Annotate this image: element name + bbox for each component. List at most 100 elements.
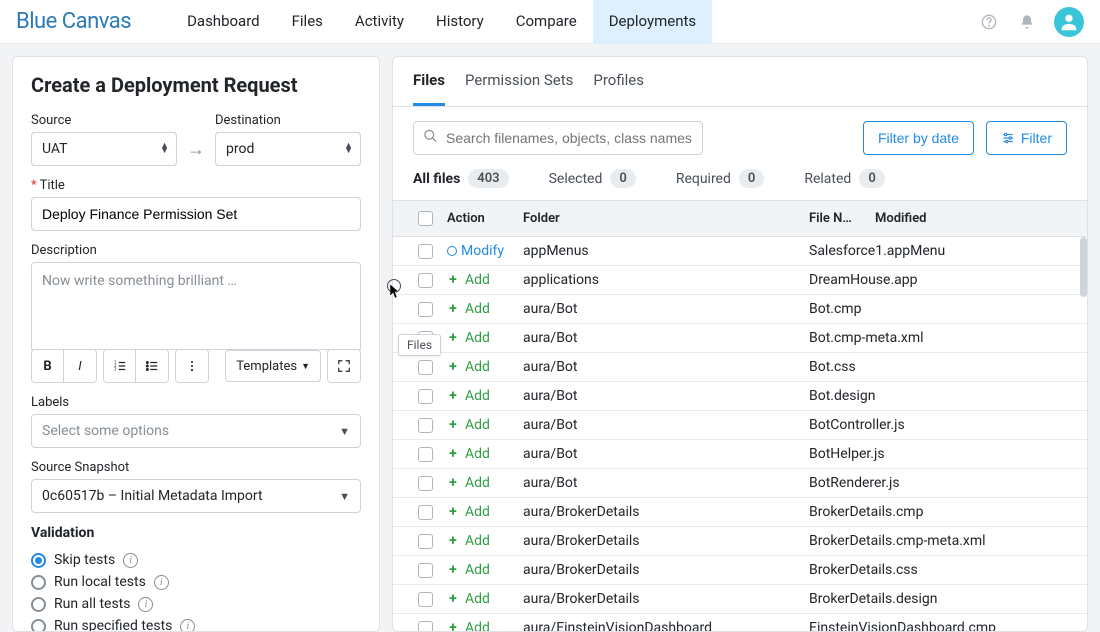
row-checkbox[interactable] xyxy=(418,534,433,549)
folder-cell: aura/BrokerDetails xyxy=(523,562,809,578)
row-checkbox[interactable] xyxy=(418,592,433,607)
col-file[interactable]: File N… xyxy=(809,211,875,226)
file-cell: EinsteinVisionDashboard.cmp xyxy=(809,620,1087,631)
select-all-checkbox[interactable] xyxy=(418,211,433,226)
row-checkbox[interactable] xyxy=(418,389,433,404)
row-checkbox[interactable] xyxy=(418,447,433,462)
table-row[interactable]: +Addaura/EinsteinVisionDashboardEinstein… xyxy=(393,614,1087,631)
search-input[interactable] xyxy=(413,121,703,155)
action-add[interactable]: +Add xyxy=(447,504,523,520)
action-add[interactable]: +Add xyxy=(447,388,523,404)
info-icon[interactable]: i xyxy=(180,619,195,632)
col-action[interactable]: Action xyxy=(447,211,523,226)
action-add[interactable]: +Add xyxy=(447,359,523,375)
validation-option[interactable]: Run specified testsi xyxy=(31,615,361,632)
bell-icon[interactable] xyxy=(1016,11,1038,33)
brand-logo[interactable]: Blue Canvas xyxy=(16,9,131,34)
scrollbar-thumb[interactable] xyxy=(1080,237,1087,297)
action-add[interactable]: +Add xyxy=(447,301,523,317)
folder-cell: aura/Bot xyxy=(523,388,809,404)
row-checkbox[interactable] xyxy=(418,360,433,375)
info-icon[interactable]: i xyxy=(138,597,153,612)
count-selected[interactable]: Selected0 xyxy=(549,169,636,188)
fullscreen-button[interactable] xyxy=(328,350,360,382)
help-icon[interactable] xyxy=(978,11,1000,33)
table-row[interactable]: ModifyappMenusSalesforce1.appMenu xyxy=(393,237,1087,266)
nav-activity[interactable]: Activity xyxy=(339,0,420,44)
files-tooltip: Files xyxy=(398,334,441,356)
action-add[interactable]: +Add xyxy=(447,562,523,578)
row-checkbox[interactable] xyxy=(418,418,433,433)
folder-cell: applications xyxy=(523,272,809,288)
tab-profiles[interactable]: Profiles xyxy=(593,71,644,106)
info-icon[interactable]: i xyxy=(154,575,169,590)
table-row[interactable]: +Addaura/BotBot.cmp-meta.xml xyxy=(393,324,1087,353)
count-all-files[interactable]: All files403 xyxy=(413,169,509,188)
ordered-list-button[interactable]: 123 xyxy=(104,350,136,382)
destination-select[interactable]: prod xyxy=(215,132,361,166)
title-input[interactable] xyxy=(31,197,361,231)
table-row[interactable]: +Addaura/BrokerDetailsBrokerDetails.cmp-… xyxy=(393,527,1087,556)
bold-button[interactable]: B xyxy=(32,350,64,382)
italic-button[interactable]: I xyxy=(64,350,96,382)
filter-by-date-button[interactable]: Filter by date xyxy=(863,121,974,155)
col-folder[interactable]: Folder xyxy=(523,211,809,226)
row-checkbox[interactable] xyxy=(418,302,433,317)
row-checkbox[interactable] xyxy=(418,563,433,578)
validation-option[interactable]: Skip testsi xyxy=(31,549,361,571)
labels-select[interactable]: Select some options ▼ xyxy=(31,414,361,448)
nav-dashboard[interactable]: Dashboard xyxy=(171,0,276,44)
validation-option[interactable]: Run all testsi xyxy=(31,593,361,615)
folder-cell: aura/BrokerDetails xyxy=(523,504,809,520)
table-row[interactable]: +Addaura/BotBotRenderer.js xyxy=(393,469,1087,498)
table-row[interactable]: +Addaura/BotBot.cmp xyxy=(393,295,1087,324)
filter-button[interactable]: Filter xyxy=(986,121,1067,155)
nav-files[interactable]: Files xyxy=(276,0,339,44)
row-checkbox[interactable] xyxy=(418,273,433,288)
action-add[interactable]: +Add xyxy=(447,446,523,462)
plus-icon: + xyxy=(447,620,459,631)
source-select[interactable]: UAT xyxy=(31,132,177,166)
nav-compare[interactable]: Compare xyxy=(500,0,593,44)
action-add[interactable]: +Add xyxy=(447,330,523,346)
col-modified[interactable]: Modified xyxy=(875,211,1087,226)
tab-files[interactable]: Files xyxy=(413,71,445,106)
action-add[interactable]: +Add xyxy=(447,620,523,631)
validation-option[interactable]: Run local testsi xyxy=(31,571,361,593)
snapshot-select[interactable]: 0c60517b – Initial Metadata Import ▼ xyxy=(31,479,361,513)
action-add[interactable]: +Add xyxy=(447,591,523,607)
table-row[interactable]: +Addaura/BotBotHelper.js xyxy=(393,440,1087,469)
create-deployment-panel: Create a Deployment Request Source UAT ▲… xyxy=(12,56,380,632)
row-checkbox[interactable] xyxy=(418,476,433,491)
table-row[interactable]: +AddapplicationsDreamHouse.app xyxy=(393,266,1087,295)
unordered-list-button[interactable] xyxy=(136,350,168,382)
more-options-button[interactable] xyxy=(176,350,208,382)
count-required[interactable]: Required0 xyxy=(676,169,765,188)
action-add[interactable]: +Add xyxy=(447,533,523,549)
templates-dropdown[interactable]: Templates ▼ xyxy=(225,350,321,382)
description-input[interactable]: Now write something brilliant … xyxy=(31,262,361,350)
radio-icon xyxy=(31,575,46,590)
count-related[interactable]: Related0 xyxy=(804,169,884,188)
row-checkbox[interactable] xyxy=(418,505,433,520)
table-row[interactable]: +Addaura/BrokerDetailsBrokerDetails.cmp xyxy=(393,498,1087,527)
action-modify[interactable]: Modify xyxy=(447,243,523,259)
avatar[interactable] xyxy=(1054,7,1084,37)
info-icon[interactable]: i xyxy=(123,553,138,568)
tab-permission-sets[interactable]: Permission Sets xyxy=(465,71,573,106)
action-add[interactable]: +Add xyxy=(447,417,523,433)
action-add[interactable]: +Add xyxy=(447,475,523,491)
table-row[interactable]: +Addaura/BrokerDetailsBrokerDetails.desi… xyxy=(393,585,1087,614)
table-row[interactable]: +Addaura/BrokerDetailsBrokerDetails.css xyxy=(393,556,1087,585)
row-checkbox[interactable] xyxy=(418,244,433,259)
row-checkbox[interactable] xyxy=(418,621,433,632)
nav-deployments[interactable]: Deployments xyxy=(593,0,712,44)
action-add[interactable]: +Add xyxy=(447,272,523,288)
title-label: Title xyxy=(31,178,361,193)
table-row[interactable]: +Addaura/BotBot.css xyxy=(393,353,1087,382)
table-row[interactable]: +Addaura/BotBotController.js xyxy=(393,411,1087,440)
panel-resize-handle[interactable] xyxy=(384,276,404,296)
nav-history[interactable]: History xyxy=(420,0,500,44)
plus-icon: + xyxy=(447,504,459,520)
table-row[interactable]: +Addaura/BotBot.design xyxy=(393,382,1087,411)
